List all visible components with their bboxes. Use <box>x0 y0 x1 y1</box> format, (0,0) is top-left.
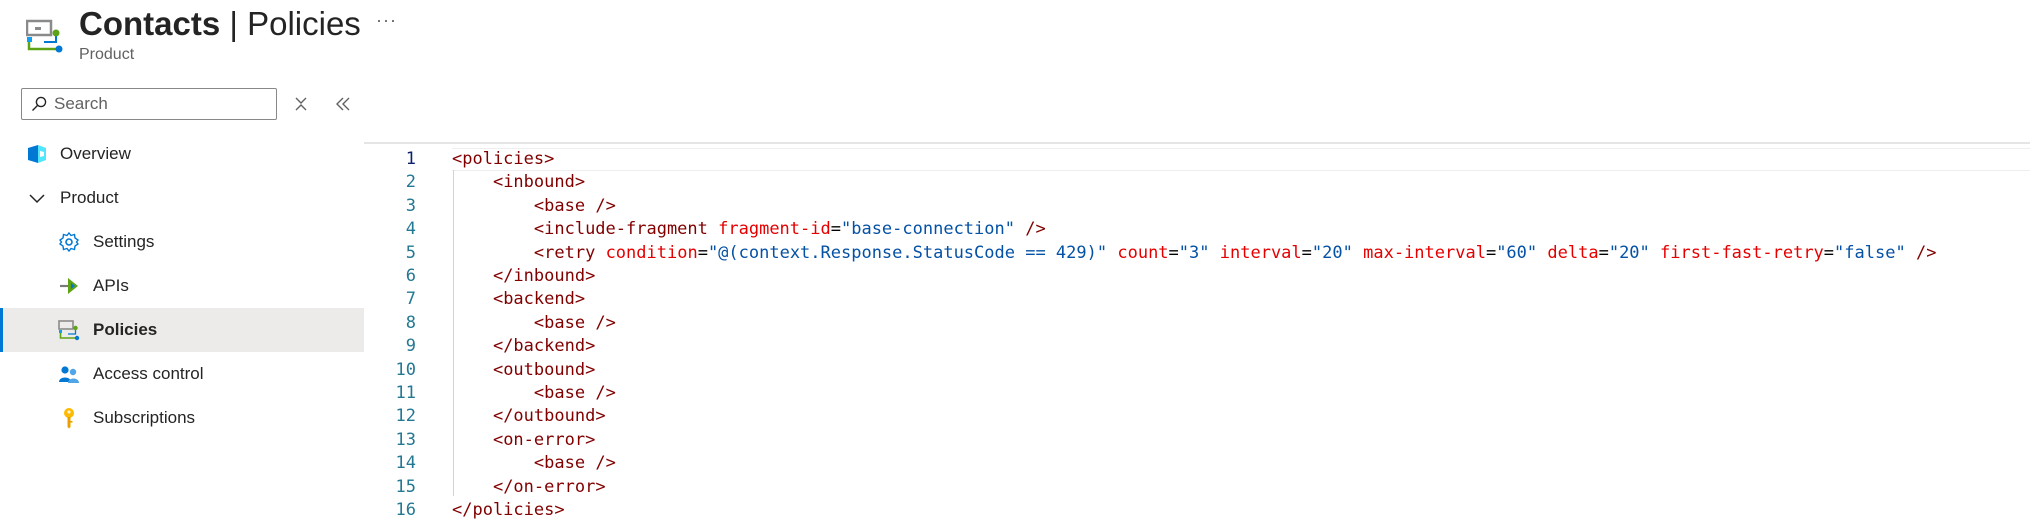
chevron-down-icon <box>29 194 45 204</box>
code-text[interactable]: <outbound> <box>452 359 595 382</box>
line-number: 9 <box>405 336 416 357</box>
line-number: 15 <box>395 476 416 497</box>
people-icon <box>59 366 79 383</box>
line-number: 3 <box>405 195 416 216</box>
code-text[interactable]: <policies> <box>452 148 554 171</box>
key-icon <box>64 408 74 429</box>
code-line[interactable]: 14 <base /> <box>364 452 2030 475</box>
code-line[interactable]: 10 <outbound> <box>364 359 2030 382</box>
nav-label: Access control <box>93 364 204 383</box>
code-line[interactable]: 4 <include-fragment fragment-id="base-co… <box>364 218 2030 241</box>
line-number: 8 <box>405 312 416 333</box>
code-line[interactable]: 1 <policies> <box>364 148 2030 171</box>
policies-icon <box>58 320 80 341</box>
code-line[interactable]: 8 <base /> <box>364 312 2030 335</box>
page-title: Contacts | Policies <box>79 5 361 42</box>
line-number: 5 <box>405 242 416 263</box>
code-line[interactable]: 3 <base /> <box>364 195 2030 218</box>
line-number: 14 <box>395 453 416 474</box>
code-text[interactable]: <on-error> <box>452 429 595 452</box>
line-number: 7 <box>405 289 416 310</box>
line-number: 1 <box>405 149 416 169</box>
nav-label: Overview <box>60 144 131 163</box>
line-number: 16 <box>395 500 416 520</box>
nav-item-subscriptions[interactable]: Subscriptions <box>0 396 364 440</box>
policies-app-icon <box>26 19 63 53</box>
nav-item-settings[interactable]: Settings <box>0 220 364 264</box>
code-text[interactable]: <base /> <box>452 382 616 405</box>
code-line[interactable]: 2 <inbound> <box>364 171 2030 194</box>
code-text[interactable]: </inbound> <box>452 265 595 288</box>
nav-item-policies[interactable]: Policies <box>0 308 364 352</box>
search-input[interactable] <box>54 91 269 117</box>
line-number: 6 <box>405 266 416 286</box>
nav-item-product[interactable]: Product <box>0 176 364 220</box>
code-line[interactable]: 5 <retry condition="@(context.Response.S… <box>364 242 2030 265</box>
nav-item-overview[interactable]: Overview <box>0 132 364 176</box>
line-number: 12 <box>395 406 416 427</box>
line-number: 10 <box>395 359 416 380</box>
nav-label: Subscriptions <box>93 408 196 427</box>
code-line[interactable]: 9 </backend> <box>364 335 2030 358</box>
api-icon <box>60 278 78 294</box>
code-line[interactable]: 6 </inbound> <box>364 265 2030 288</box>
page-subtitle: Product <box>79 46 135 63</box>
code-line[interactable]: 13 <on-error> <box>364 429 2030 452</box>
nav-item-access-control[interactable]: Access control <box>0 352 364 396</box>
code-text[interactable]: </on-error> <box>452 476 606 499</box>
code-text[interactable]: </backend> <box>452 335 595 358</box>
code-editor[interactable]: 1 <policies> 2 <inbound> 3 <base /> 4 <inclu… <box>364 142 2030 528</box>
line-number: 4 <box>405 219 416 240</box>
code-text[interactable]: <base /> <box>452 452 616 475</box>
collapse-sidebar-icon[interactable] <box>332 93 354 115</box>
nav-label: Policies <box>93 320 158 339</box>
code-text[interactable]: <base /> <box>452 195 616 218</box>
search-icon <box>32 96 47 111</box>
code-text[interactable]: <base /> <box>452 312 616 335</box>
line-number: 13 <box>395 429 416 450</box>
line-number: 2 <box>405 172 416 193</box>
code-line[interactable]: 15 </on-error> <box>364 476 2030 499</box>
code-text[interactable]: </outbound> <box>452 405 606 428</box>
code-text[interactable]: </policies> <box>452 499 565 522</box>
code-text[interactable]: <retry condition="@(context.Response.Sta… <box>452 242 1937 265</box>
sidebar: Overview Product Settings APIs P <box>0 80 364 526</box>
collapse-all-icon[interactable] <box>290 93 312 115</box>
nav-label: APIs <box>93 276 129 295</box>
code-text[interactable]: <include-fragment fragment-id="base-conn… <box>452 218 1046 241</box>
code-line[interactable]: 12 </outbound> <box>364 405 2030 428</box>
overview-icon <box>28 145 46 163</box>
nav-item-apis[interactable]: APIs <box>0 264 364 308</box>
code-line[interactable]: 7 <backend> <box>364 288 2030 311</box>
code-text[interactable]: <backend> <box>452 288 585 311</box>
code-line[interactable]: 11 <base /> <box>364 382 2030 405</box>
code-text[interactable]: <inbound> <box>452 171 585 194</box>
page-header: Contacts | Policies Product ··· <box>0 0 2030 80</box>
gear-icon <box>58 231 80 253</box>
line-number: 11 <box>395 383 416 403</box>
nav-label: Settings <box>93 232 155 251</box>
nav-label: Product <box>60 188 119 207</box>
more-options-button[interactable]: ··· <box>376 10 397 31</box>
search-box[interactable] <box>21 88 277 120</box>
code-line[interactable]: 16 </policies> <box>364 499 2030 522</box>
